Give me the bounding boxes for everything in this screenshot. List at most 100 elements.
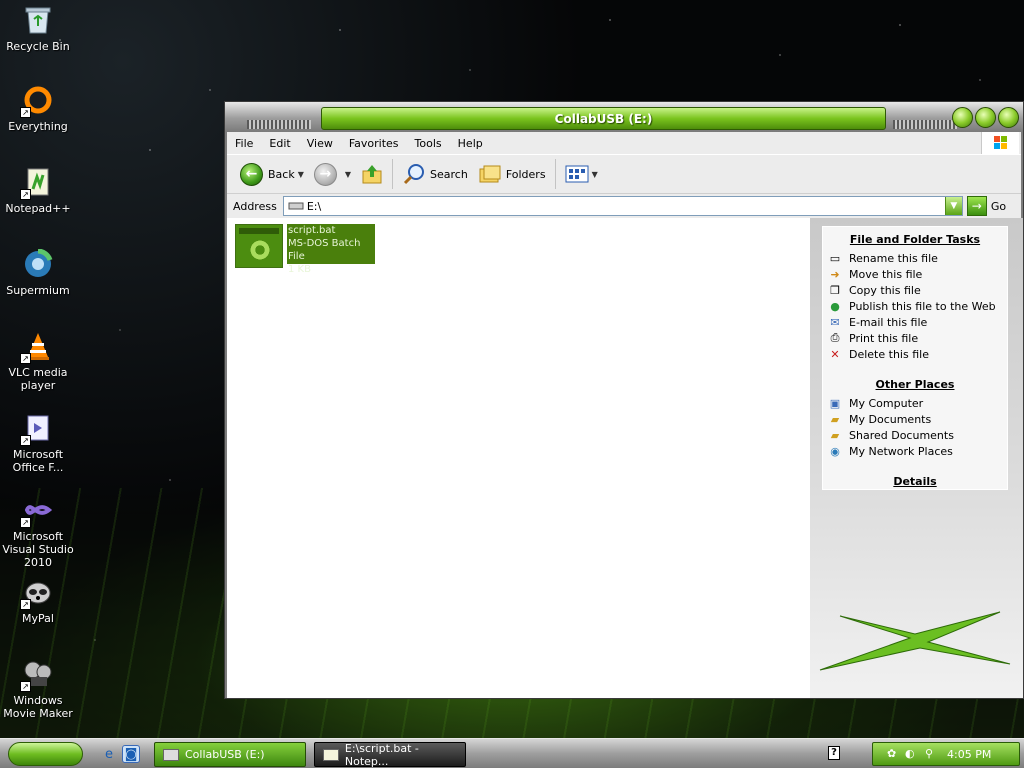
address-value: E:\ xyxy=(306,199,322,213)
menu-edit[interactable]: Edit xyxy=(261,137,298,150)
show-desktop-icon[interactable]: ◙ xyxy=(122,745,140,763)
details-heading[interactable]: Details xyxy=(823,475,1007,488)
shortcut-arrow-icon: ↗ xyxy=(20,435,31,446)
recycle-bin-icon xyxy=(22,4,54,36)
task-pane-panel: File and Folder Tasks ▭ Rename this file … xyxy=(822,226,1008,490)
file-tasks-heading[interactable]: File and Folder Tasks xyxy=(823,233,1007,246)
desktop-icon-label: Notepad++ xyxy=(5,202,71,215)
address-bar: Address E:\ ▼ → Go xyxy=(227,194,1021,218)
desktop-icon-label: Microsoft Visual Studio 2010 xyxy=(2,530,74,569)
my-computer-icon: ▣ xyxy=(829,396,841,410)
desktop-icon-vlc[interactable]: ↗ VLC media player xyxy=(0,330,78,392)
address-input[interactable]: E:\ ▼ xyxy=(282,196,963,216)
network-places-icon: ◉ xyxy=(830,444,840,458)
search-icon xyxy=(403,164,425,185)
supermium-icon xyxy=(22,248,54,280)
file-list-pane[interactable]: script.bat MS-DOS Batch File 1 KB xyxy=(227,218,810,698)
task-publish-web[interactable]: ● Publish this file to the Web xyxy=(823,298,1007,314)
desktop-icon-label: Recycle Bin xyxy=(6,40,70,53)
internet-explorer-icon[interactable]: e xyxy=(100,745,118,763)
print-icon: ⎙ xyxy=(830,331,840,344)
menu-tools[interactable]: Tools xyxy=(407,137,450,150)
minimize-button[interactable] xyxy=(952,107,973,128)
drive-icon xyxy=(163,748,179,761)
title-bar[interactable]: CollabUSB (E:) xyxy=(225,102,1023,132)
task-move-file[interactable]: ➜ Move this file xyxy=(823,266,1007,282)
search-button[interactable]: Search xyxy=(397,159,473,189)
tray-network-icon[interactable]: ✿ xyxy=(887,747,896,760)
desktop-icon-supermium[interactable]: Supermium xyxy=(0,248,78,297)
up-folder-button[interactable] xyxy=(356,159,388,189)
go-label: Go xyxy=(990,199,1007,213)
dropdown-arrow-icon[interactable]: ▼ xyxy=(298,170,304,179)
forward-button[interactable]: → ▼ xyxy=(309,159,356,189)
back-button[interactable]: ← Back ▼ xyxy=(235,159,309,189)
email-icon: ✉ xyxy=(830,315,840,329)
menu-view[interactable]: View xyxy=(299,137,341,150)
task-copy-file[interactable]: ❐ Copy this file xyxy=(823,282,1007,298)
go-button[interactable]: → Go xyxy=(966,196,1007,216)
delete-icon: ✕ xyxy=(830,347,840,361)
shortcut-arrow-icon: ↗ xyxy=(20,189,31,200)
office-icon: ↗ xyxy=(20,412,54,446)
close-button[interactable] xyxy=(998,107,1019,128)
menu-file[interactable]: File xyxy=(227,137,261,150)
task-pane: File and Folder Tasks ▭ Rename this file … xyxy=(810,218,1023,698)
desktop-icon-notepad-plus-plus[interactable]: ↗ Notepad++ xyxy=(0,166,78,215)
place-shared-documents[interactable]: ▰ Shared Documents xyxy=(823,427,1007,443)
maximize-button[interactable] xyxy=(975,107,996,128)
desktop-icon-everything[interactable]: ↗ Everything xyxy=(0,84,78,133)
file-type: MS-DOS Batch File xyxy=(288,238,361,262)
views-icon xyxy=(565,165,589,183)
task-label: Print this file xyxy=(849,331,919,345)
title-grille xyxy=(893,120,957,129)
mypal-icon: ↗ xyxy=(20,576,54,610)
address-dropdown-button[interactable]: ▼ xyxy=(944,197,962,215)
title-grille xyxy=(247,120,311,129)
desktop-icon-mypal[interactable]: ↗ MyPal xyxy=(0,576,78,625)
dropdown-arrow-icon[interactable]: ▼ xyxy=(345,170,351,179)
menu-help[interactable]: Help xyxy=(450,137,491,150)
place-label: My Documents xyxy=(849,412,932,426)
place-network[interactable]: ◉ My Network Places xyxy=(823,443,1007,459)
other-places-heading[interactable]: Other Places xyxy=(823,378,1007,391)
views-button[interactable]: ▼ xyxy=(560,159,603,189)
task-button-notepad[interactable]: E:\script.bat - Notep... xyxy=(314,742,466,768)
desktop-icon-visual-studio[interactable]: ↗ Microsoft Visual Studio 2010 xyxy=(0,494,78,569)
desktop-icon-movie-maker[interactable]: ↗ Windows Movie Maker xyxy=(0,658,78,720)
help-icon[interactable]: ? xyxy=(828,746,840,760)
menu-favorites[interactable]: Favorites xyxy=(341,137,407,150)
visual-studio-icon: ↗ xyxy=(20,494,54,528)
back-label: Back xyxy=(268,167,295,181)
task-button-label: CollabUSB (E:) xyxy=(185,748,265,761)
tray-search-icon[interactable]: ⚲ xyxy=(925,747,933,760)
task-print-file[interactable]: ⎙ Print this file xyxy=(823,330,1007,346)
file-item[interactable]: script.bat MS-DOS Batch File 1 KB xyxy=(235,224,375,275)
copy-icon: ❐ xyxy=(830,283,840,297)
movie-maker-icon: ↗ xyxy=(20,658,54,692)
start-button[interactable] xyxy=(8,742,83,766)
task-button-collabusb[interactable]: CollabUSB (E:) xyxy=(154,742,306,767)
place-my-documents[interactable]: ▰ My Documents xyxy=(823,411,1007,427)
up-folder-icon xyxy=(362,165,382,184)
desktop-icon-office[interactable]: ↗ Microsoft Office F... xyxy=(0,412,78,474)
task-rename-file[interactable]: ▭ Rename this file xyxy=(823,250,1007,266)
place-my-computer[interactable]: ▣ My Computer xyxy=(823,395,1007,411)
desktop-icon-label: Supermium xyxy=(6,284,70,297)
task-label: Copy this file xyxy=(849,283,921,297)
clock[interactable]: 4:05 PM xyxy=(947,748,991,761)
place-label: Shared Documents xyxy=(849,428,954,442)
tray-volume-icon[interactable]: ◐ xyxy=(905,747,915,760)
task-delete-file[interactable]: ✕ Delete this file xyxy=(823,346,1007,362)
shortcut-arrow-icon: ↗ xyxy=(20,353,31,364)
desktop-icon-label: Windows Movie Maker xyxy=(3,694,73,720)
task-email-file[interactable]: ✉ E-mail this file xyxy=(823,314,1007,330)
drive-icon xyxy=(288,202,304,210)
forward-arrow-icon: → xyxy=(313,162,337,186)
notepad-plus-plus-icon: ↗ xyxy=(20,166,54,200)
shortcut-arrow-icon: ↗ xyxy=(20,107,31,118)
shortcut-arrow-icon: ↗ xyxy=(20,681,31,692)
desktop-icon-recycle-bin[interactable]: Recycle Bin xyxy=(0,4,78,53)
task-label: Publish this file to the Web xyxy=(849,299,996,313)
folders-button[interactable]: Folders xyxy=(473,159,551,189)
